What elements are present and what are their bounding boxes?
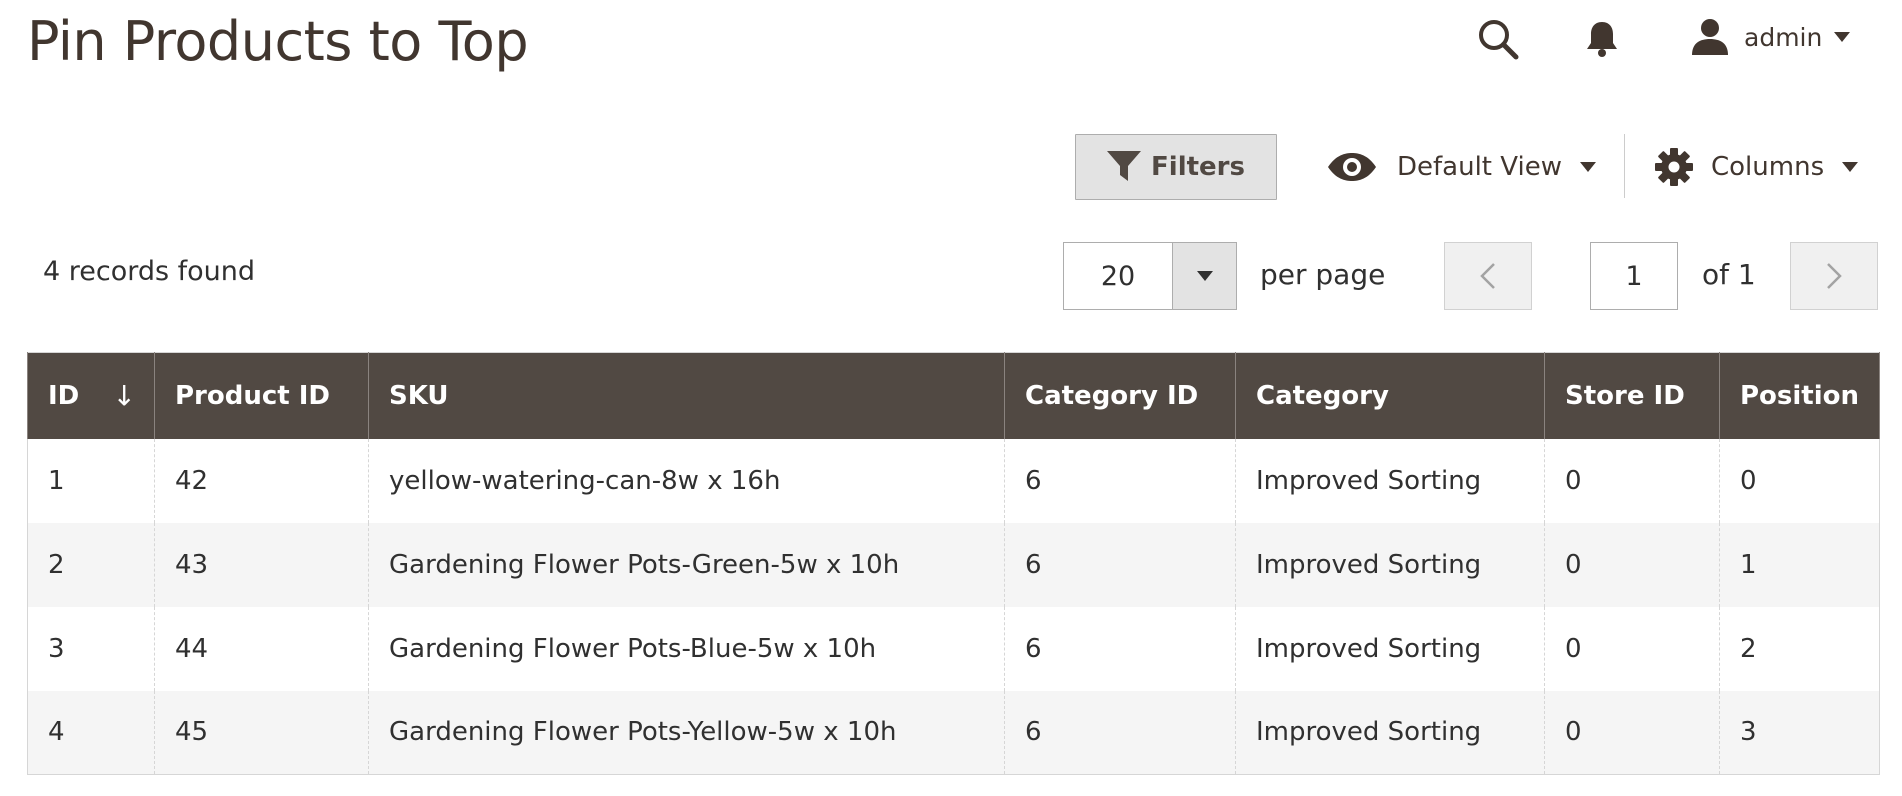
column-header-position[interactable]: Position [1719, 352, 1880, 439]
column-header-store-id[interactable]: Store ID [1544, 352, 1720, 439]
filter-icon [1107, 151, 1142, 181]
column-header-label: Product ID [175, 380, 331, 411]
user-name: admin [1744, 22, 1823, 52]
column-header-label: Category ID [1025, 380, 1199, 411]
chevron-down-icon [1834, 32, 1851, 42]
column-header-label: Store ID [1565, 380, 1685, 411]
page-number-input[interactable] [1590, 242, 1678, 310]
cell-category: Improved Sorting [1235, 438, 1545, 523]
sort-descending-icon: ↓ [112, 379, 136, 413]
header-actions: admin [0, 0, 1902, 80]
columns-label: Columns [1711, 152, 1825, 182]
filters-label: Filters [1151, 152, 1245, 182]
admin-grid-page: Pin Products to Top admin Filters Defaul… [0, 0, 1902, 796]
data-grid: ID ↓ Product ID SKU Category ID Category… [27, 352, 1880, 775]
cell-sku: Gardening Flower Pots-Blue-5w x 10h [368, 606, 1005, 691]
cell-sku: Gardening Flower Pots-Green-5w x 10h [368, 522, 1005, 607]
cell-category: Improved Sorting [1235, 606, 1545, 691]
previous-page-button[interactable] [1444, 242, 1532, 310]
cell-position: 0 [1719, 438, 1880, 523]
notifications-button[interactable] [1577, 14, 1627, 64]
table-row[interactable]: 3 44 Gardening Flower Pots-Blue-5w x 10h… [27, 606, 1880, 691]
cell-store-id: 0 [1544, 522, 1720, 607]
table-row[interactable]: 2 43 Gardening Flower Pots-Green-5w x 10… [27, 522, 1880, 607]
column-header-product-id[interactable]: Product ID [154, 352, 369, 439]
cell-product-id: 44 [154, 606, 369, 691]
search-icon [1479, 20, 1519, 60]
cell-position: 2 [1719, 606, 1880, 691]
cell-sku: yellow-watering-can-8w x 16h [368, 438, 1005, 523]
per-page-select[interactable]: 20 [1063, 242, 1237, 310]
cell-category: Improved Sorting [1235, 522, 1545, 607]
grid-header-row: ID ↓ Product ID SKU Category ID Category… [27, 352, 1880, 439]
column-header-label: Category [1256, 380, 1389, 411]
user-menu[interactable]: admin [1690, 12, 1851, 62]
cell-category-id: 6 [1004, 690, 1236, 775]
cell-product-id: 43 [154, 522, 369, 607]
column-header-label: ID [48, 380, 80, 411]
gear-icon [1655, 148, 1693, 186]
columns-button[interactable]: Columns [1655, 134, 1859, 200]
cell-category: Improved Sorting [1235, 690, 1545, 775]
cell-position: 1 [1719, 522, 1880, 607]
column-header-sku[interactable]: SKU [368, 352, 1005, 439]
cell-id: 2 [27, 522, 155, 607]
cell-category-id: 6 [1004, 606, 1236, 691]
chevron-down-icon [1579, 162, 1596, 172]
user-icon [1692, 19, 1728, 55]
view-switcher[interactable]: Default View [1327, 134, 1596, 200]
chevron-left-icon [1480, 263, 1495, 289]
eye-icon [1328, 153, 1376, 181]
cell-store-id: 0 [1544, 606, 1720, 691]
chevron-right-icon [1827, 263, 1842, 289]
per-page-toggle[interactable] [1172, 243, 1236, 309]
table-row[interactable]: 4 45 Gardening Flower Pots-Yellow-5w x 1… [27, 690, 1880, 775]
cell-position: 3 [1719, 690, 1880, 775]
cell-store-id: 0 [1544, 438, 1720, 523]
bell-icon [1587, 22, 1617, 57]
column-header-label: SKU [389, 380, 449, 411]
per-page-value: 20 [1100, 260, 1136, 292]
cell-store-id: 0 [1544, 690, 1720, 775]
column-header-category[interactable]: Category [1235, 352, 1545, 439]
cell-id: 1 [27, 438, 155, 523]
column-header-id[interactable]: ID ↓ [27, 352, 155, 439]
filters-button[interactable]: Filters [1075, 134, 1277, 200]
cell-sku: Gardening Flower Pots-Yellow-5w x 10h [368, 690, 1005, 775]
column-header-label: Position [1740, 380, 1860, 411]
chevron-down-icon [1842, 162, 1859, 172]
per-page-label: per page [1260, 258, 1386, 291]
chevron-down-icon [1196, 271, 1213, 281]
cell-category-id: 6 [1004, 522, 1236, 607]
cell-product-id: 45 [154, 690, 369, 775]
column-header-category-id[interactable]: Category ID [1004, 352, 1236, 439]
cell-category-id: 6 [1004, 438, 1236, 523]
toolbar-divider [1624, 134, 1625, 198]
page-count: of 1 [1702, 258, 1756, 291]
table-row[interactable]: 1 42 yellow-watering-can-8w x 16h 6 Impr… [27, 438, 1880, 523]
search-button[interactable] [1473, 14, 1523, 64]
next-page-button[interactable] [1790, 242, 1878, 310]
cell-id: 4 [27, 690, 155, 775]
cell-id: 3 [27, 606, 155, 691]
view-label: Default View [1397, 152, 1562, 182]
records-found: 4 records found [43, 256, 256, 287]
cell-product-id: 42 [154, 438, 369, 523]
